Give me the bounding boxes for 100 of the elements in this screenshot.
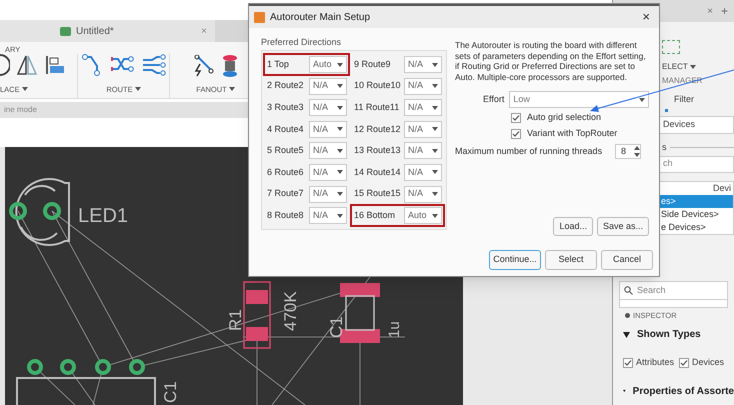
- board-icon: [60, 26, 71, 36]
- threads-spinner[interactable]: 8: [615, 144, 641, 159]
- layer-name: 1 Top: [266, 58, 290, 71]
- device-list-item[interactable]: Side Devices>: [659, 208, 733, 220]
- direction-dropdown[interactable]: N/A: [309, 142, 347, 160]
- layer-name: 13 Route13: [353, 144, 402, 158]
- search-field[interactable]: Search: [619, 281, 728, 300]
- column-header: Devi: [712, 182, 732, 194]
- caret-icon: [639, 98, 645, 102]
- component-label: 1u: [386, 321, 403, 338]
- align-icon[interactable]: [44, 54, 66, 76]
- pad: [43, 202, 61, 220]
- direction-dropdown[interactable]: N/A: [404, 120, 442, 138]
- arc-icon[interactable]: [0, 54, 10, 76]
- direction-dropdown[interactable]: Auto: [309, 56, 347, 73]
- spin-arrows-icon: [634, 146, 640, 157]
- caret-icon: [337, 214, 343, 218]
- threads-label: Maximum number of running threads: [455, 144, 602, 158]
- direction-dropdown[interactable]: N/A: [404, 186, 442, 203]
- type-option-label: Attributes: [636, 356, 674, 370]
- direction-dropdown[interactable]: N/A: [309, 186, 347, 203]
- caret-icon: [337, 84, 343, 88]
- section-label: s: [662, 140, 666, 154]
- component-label: 470K: [281, 291, 300, 331]
- component-label: C1: [161, 381, 180, 403]
- direction-dropdown[interactable]: N/A: [309, 164, 347, 181]
- search-field[interactable]: ch: [658, 156, 734, 172]
- layer-name: 6 Route6: [266, 166, 305, 179]
- dialog-title: Autorouter Main Setup: [270, 10, 372, 24]
- description-text: The Autorouter is routing the board with different sets of parameters depending on the Effort setting, if Routing Grid or Preferred Directions are set to Auto. Multiple-core processors are supported.: [455, 40, 647, 82]
- pad: [9, 202, 27, 220]
- document-tab[interactable]: Untitled* ×: [0, 20, 215, 42]
- fanout-icon[interactable]: [194, 55, 214, 77]
- direction-dropdown[interactable]: N/A: [404, 78, 442, 95]
- caret-icon: [337, 148, 343, 153]
- caret-icon: [432, 170, 438, 174]
- select-label[interactable]: ELECT: [662, 61, 688, 73]
- layer-name: 7 Route7: [266, 187, 305, 200]
- section-title: Shown Types: [637, 328, 701, 342]
- caret-icon: [337, 127, 343, 132]
- file-button[interactable]: Load...: [553, 217, 593, 236]
- layer-name: 12 Route12: [353, 122, 402, 136]
- pad: [129, 359, 145, 375]
- direction-dropdown[interactable]: N/A: [309, 207, 347, 224]
- direction-dropdown[interactable]: N/A: [404, 164, 442, 181]
- add-tab-button[interactable]: +: [720, 2, 728, 20]
- via-stack-icon[interactable]: [222, 54, 238, 78]
- selection-icon[interactable]: [662, 40, 680, 54]
- caret-icon: [432, 62, 438, 66]
- checkbox[interactable]: [511, 113, 521, 123]
- direction-dropdown[interactable]: N/A: [309, 120, 347, 138]
- checkbox[interactable]: [679, 358, 690, 368]
- file-button[interactable]: Save as...: [596, 217, 649, 236]
- layer-name: 5 Route5: [266, 144, 305, 158]
- layer-name: 10 Route10: [353, 79, 402, 92]
- caret-icon: [432, 214, 438, 218]
- effort-dropdown[interactable]: Low: [509, 91, 649, 108]
- pad: [27, 359, 43, 375]
- direction-dropdown[interactable]: N/A: [309, 99, 347, 116]
- caret-icon: [432, 148, 438, 153]
- section-title: Properties of Assorte: [632, 384, 734, 399]
- component-label: LED1: [78, 205, 128, 227]
- layer-name: 11 Route11: [353, 100, 400, 114]
- layer-name: 2 Route2: [266, 79, 305, 92]
- dialog-button[interactable]: Select: [545, 250, 597, 270]
- filter-label[interactable]: Filter: [674, 93, 734, 106]
- layer-name: 9 Route9: [353, 58, 392, 71]
- direction-dropdown[interactable]: N/A: [309, 78, 347, 95]
- pad: [60, 359, 76, 375]
- direction-dropdown[interactable]: N/A: [404, 142, 442, 160]
- checkbox[interactable]: [511, 129, 521, 139]
- caret-icon: [337, 170, 343, 174]
- dialog-button[interactable]: Continue...: [489, 250, 541, 270]
- direction-dropdown[interactable]: Auto: [404, 207, 442, 224]
- checkbox[interactable]: [623, 358, 633, 368]
- led-outline: [15, 178, 70, 246]
- type-option-label: Devices: [692, 356, 724, 370]
- tab-close-button[interactable]: ×: [707, 4, 713, 18]
- direction-dropdown[interactable]: N/A: [404, 99, 442, 116]
- caret-icon: [432, 127, 438, 132]
- caret-icon: [337, 106, 343, 110]
- caret-icon: [432, 192, 438, 196]
- expand-triangle-icon[interactable]: [623, 332, 630, 338]
- device-list-item[interactable]: es>: [659, 194, 733, 208]
- caret-icon: [228, 87, 235, 92]
- route-icon[interactable]: [82, 54, 102, 76]
- devices-field[interactable]: Devices: [658, 116, 734, 134]
- mirror-icon[interactable]: [16, 54, 38, 76]
- multi-route-icon[interactable]: [142, 54, 166, 76]
- caret-icon: [22, 87, 28, 92]
- direction-dropdown[interactable]: N/A: [404, 56, 442, 73]
- close-button[interactable]: ×: [638, 7, 654, 27]
- component-label: R1: [226, 309, 245, 331]
- caret-icon: [134, 87, 141, 92]
- caret-icon: [690, 65, 696, 69]
- layer-name: 3 Route3: [266, 100, 305, 114]
- layer-name: 4 Route4: [266, 122, 305, 136]
- dialog-button[interactable]: Cancel: [601, 250, 653, 270]
- layer-name: 8 Route8: [266, 208, 305, 222]
- device-list-item[interactable]: e Devices>: [659, 220, 733, 234]
